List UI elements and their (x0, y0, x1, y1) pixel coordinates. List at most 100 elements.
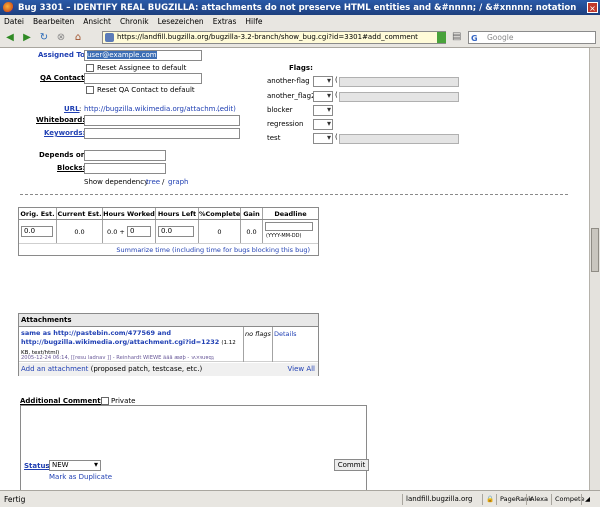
forward-arrow-icon[interactable]: ▶ (20, 30, 34, 44)
header-orig-est: Orig. Est. (19, 208, 57, 219)
status-value: NEW (52, 461, 69, 469)
private-label: Private (111, 397, 136, 405)
attachment-details-link[interactable]: Details (274, 330, 297, 338)
menu-bearbeiten[interactable]: Bearbeiten (33, 17, 74, 26)
url-edit-link[interactable]: (edit) (217, 105, 236, 113)
stop-icon[interactable]: ⊗ (54, 30, 68, 44)
menu-chronik[interactable]: Chronik (120, 17, 149, 26)
flag-requestee-another-flag[interactable] (339, 77, 459, 87)
resize-grip-icon[interactable]: ◢ (581, 494, 595, 505)
whiteboard-input[interactable] (84, 115, 240, 126)
header-hours-worked: Hours Worked (103, 208, 156, 219)
time-footer-row: Summarize time (including time for bugs … (19, 244, 318, 256)
home-icon[interactable]: ⌂ (71, 30, 85, 44)
assigned-to-label[interactable]: Assigned To: (38, 51, 88, 59)
commit-button[interactable]: Commit (334, 459, 369, 471)
flag-label-blocker: blocker (267, 106, 293, 114)
qa-contact-label[interactable]: QA Contact: (40, 74, 87, 82)
attachments-table: Attachments same as http://pastebin.com/… (18, 313, 319, 376)
gain-value: 0.0 (241, 220, 263, 243)
menu-datei[interactable]: Datei (4, 17, 24, 26)
url-text: https://landfill.bugzilla.org/bugzilla-3… (117, 33, 418, 41)
status-select[interactable]: NEW ▾ (49, 460, 101, 471)
url-link[interactable]: http://bugzilla.wikimedia.org/attachm… (84, 105, 223, 113)
reset-qa-checkbox[interactable] (86, 86, 94, 94)
print-icon[interactable]: ▤ (452, 31, 461, 42)
hours-left-input[interactable]: 0.0 (158, 226, 194, 237)
attachment-date-author: 2005-12-24 06:14, [[resu ladnav ]] - Rei… (21, 355, 214, 361)
orig-est-cell: 0.0 (19, 220, 57, 243)
assigned-to-field[interactable]: user@example.com (84, 50, 202, 61)
reset-assignee-checkbox[interactable] (86, 64, 94, 72)
firefox-logo-icon (3, 2, 14, 13)
menu-lesezeichen[interactable]: Lesezeichen (158, 17, 204, 26)
flag-select-blocker[interactable] (313, 105, 333, 116)
mark-as-duplicate-link[interactable]: Mark as Duplicate (49, 473, 112, 481)
show-dependency-text: Show dependency (84, 178, 149, 186)
dependency-tree-link[interactable]: tree (146, 178, 160, 186)
hours-worked-input[interactable]: 0 (127, 226, 151, 237)
go-icon[interactable] (437, 32, 446, 43)
attachment-title-link[interactable]: same as http://pastebin.com/477569 and h… (21, 329, 219, 346)
search-input[interactable]: G Google (468, 31, 596, 44)
attachments-footer: Add an attachment (proposed patch, testc… (19, 363, 318, 376)
status-text: Fertig (4, 495, 26, 504)
depends-on-input[interactable] (84, 150, 166, 161)
security-lock-icon[interactable]: 🔒 (482, 494, 496, 505)
menu-hilfe[interactable]: Hilfe (245, 17, 262, 26)
reload-icon[interactable]: ↻ (37, 30, 51, 44)
window-titlebar: Bug 3301 – IDENTIFY REAL BUGZILLA: attac… (0, 0, 600, 15)
flag-paren: ( (335, 91, 338, 99)
blocks-input[interactable] (84, 163, 166, 174)
section-divider (20, 194, 568, 195)
flag-select-test[interactable] (313, 133, 333, 144)
flag-select-another-flag2[interactable] (313, 91, 333, 102)
status-colon: : (45, 462, 48, 470)
header-deadline: Deadline (274, 210, 307, 218)
navigation-toolbar: ◀ ▶ ↻ ⊗ ⌂ https://landfill.bugzilla.org/… (0, 27, 600, 48)
keywords-label[interactable]: Keywords: (44, 129, 85, 137)
summarize-time-link[interactable]: Summarize time (including time for bugs … (116, 244, 310, 256)
private-checkbox[interactable] (101, 397, 109, 405)
compete-widget[interactable]: Compete (551, 494, 585, 505)
url-label[interactable]: URL (64, 105, 80, 113)
google-icon: G (471, 34, 478, 43)
alexa-widget[interactable]: Alexa (526, 494, 551, 505)
header-hours-left: Hours Left (156, 208, 199, 219)
view-all-attachments-link[interactable]: View All (287, 363, 315, 376)
flag-select-regression[interactable] (313, 119, 333, 130)
browser-status-bar: Fertig landfill.bugzilla.org 🔒 PageRank … (0, 490, 600, 507)
hours-worked-value: 0.0 + (107, 228, 125, 236)
menu-ansicht[interactable]: Ansicht (83, 17, 111, 26)
deadline-input[interactable] (265, 222, 313, 231)
additional-comments-label: Additional Comments: (20, 397, 108, 405)
qa-contact-field[interactable] (84, 73, 202, 84)
flag-requestee-another-flag2[interactable] (339, 92, 459, 102)
blocks-label: Blocks: (57, 164, 86, 172)
current-est-value: 0.0 (57, 220, 103, 243)
keywords-input[interactable] (84, 128, 240, 139)
hours-worked-cell: 0.0 + 0 (103, 220, 156, 243)
scrollbar-thumb[interactable] (591, 228, 599, 272)
close-window-icon[interactable]: × (587, 2, 598, 13)
add-attachment-link[interactable]: Add an attachment (21, 365, 88, 373)
menu-extras[interactable]: Extras (213, 17, 237, 26)
menu-bar: Datei Bearbeiten Ansicht Chronik Lesezei… (0, 15, 600, 27)
flag-label-another-flag: another-flag (267, 77, 310, 85)
orig-est-input[interactable]: 0.0 (21, 226, 53, 237)
flag-paren: ( (335, 76, 338, 84)
attachment-col-divider (243, 327, 244, 362)
flag-label-test: test (267, 134, 281, 142)
time-values-row: 0.0 0.0 0.0 + 0 0.0 0 0.0 (YYYY-MM-DD) (19, 220, 318, 244)
whiteboard-label: Whiteboard: (36, 116, 86, 124)
flag-requestee-test[interactable] (339, 134, 459, 144)
site-identity-icon[interactable] (105, 33, 114, 42)
dependency-separator: / (162, 178, 165, 186)
flag-label-another-flag2: another_flag2 (267, 92, 316, 100)
url-bar[interactable]: https://landfill.bugzilla.org/bugzilla-3… (102, 31, 446, 44)
pagerank-widget[interactable]: PageRank (496, 494, 532, 505)
dependency-graph-link[interactable]: graph (168, 178, 189, 186)
flag-select-another-flag[interactable] (313, 76, 333, 87)
vertical-scrollbar[interactable] (589, 48, 600, 490)
back-arrow-icon[interactable]: ◀ (3, 30, 17, 44)
